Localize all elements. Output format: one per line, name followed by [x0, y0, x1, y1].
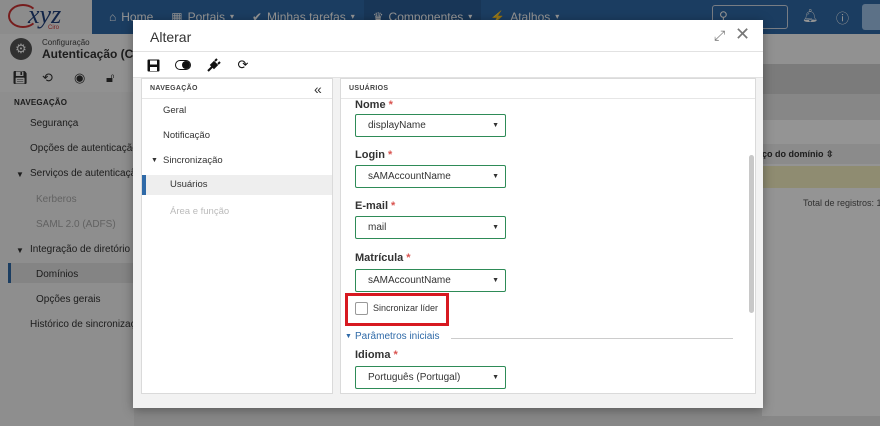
login-select[interactable]: sAMAccountName ▼	[355, 165, 506, 188]
required-mark: *	[388, 99, 393, 111]
dialog-navigation-panel: NAVEGAÇÃO « Geral Notificação ▼ Sincroni…	[141, 78, 333, 394]
form-panel-header: USUÁRIOS	[341, 79, 755, 99]
idioma-select[interactable]: Português (Portugal) ▼	[355, 366, 506, 389]
dialog-title: Alterar	[150, 29, 192, 45]
save-icon[interactable]	[144, 56, 162, 74]
section-divider	[451, 338, 733, 339]
dropdown-arrow-icon: ▼	[492, 173, 499, 180]
sync-icon[interactable]: ⟳	[234, 56, 252, 74]
form-scroll-area[interactable]: Nome * displayName ▼ Login * sAMAccountName…	[341, 99, 755, 393]
dialog-nav-geral[interactable]: Geral	[163, 105, 186, 116]
required-mark: *	[391, 200, 396, 212]
toggle-icon[interactable]	[174, 56, 192, 74]
dialog-nav-sincronizacao[interactable]: Sincronização	[163, 155, 223, 166]
caret-down-icon[interactable]: ▼	[345, 333, 352, 340]
expand-icon[interactable]: ⤢	[714, 27, 725, 44]
dialog-nav-usuarios[interactable]: Usuários	[142, 175, 332, 195]
form-panel-heading: USUÁRIOS	[349, 85, 389, 92]
matricula-select[interactable]: sAMAccountName ▼	[355, 269, 506, 292]
scrollbar[interactable]	[749, 155, 754, 313]
dialog-toolbar: ⟳	[133, 52, 763, 78]
dialog-nav-area-funcao[interactable]: Área e função	[170, 206, 229, 217]
plug-icon[interactable]	[204, 56, 222, 74]
dialog-nav-notificacao[interactable]: Notificação	[163, 130, 210, 141]
login-label: Login *	[355, 149, 393, 161]
dropdown-arrow-icon: ▼	[492, 122, 499, 129]
dropdown-arrow-icon: ▼	[492, 277, 499, 284]
nome-select[interactable]: displayName ▼	[355, 114, 506, 137]
nome-label: Nome *	[355, 99, 393, 111]
sincronizar-lider-label[interactable]: Sincronizar líder	[373, 303, 438, 313]
email-label: E-mail *	[355, 200, 396, 212]
sincronizar-lider-checkbox[interactable]	[355, 302, 368, 315]
required-mark: *	[406, 252, 411, 264]
dialog-form-panel: USUÁRIOS Nome * displayName ▼ Login * sAMAc…	[340, 78, 756, 394]
required-mark: *	[393, 349, 398, 361]
email-select[interactable]: mail ▼	[355, 216, 506, 239]
required-mark: *	[387, 149, 393, 161]
dialog-nav-usuarios-label: Usuários	[170, 179, 208, 190]
edit-dialog: Alterar ⤢ ✕ ⟳ NAVEGAÇÃO « Geral Notifica…	[133, 20, 763, 408]
nav-panel-heading: NAVEGAÇÃO	[150, 85, 198, 92]
idioma-label: Idioma *	[355, 349, 398, 361]
section-parametros-iniciais[interactable]: Parâmetros iniciais	[355, 331, 439, 342]
collapse-icon[interactable]: «	[314, 81, 322, 97]
matricula-label: Matrícula *	[355, 252, 411, 264]
nav-panel-header: NAVEGAÇÃO «	[142, 79, 332, 99]
dropdown-arrow-icon: ▼	[492, 374, 499, 381]
caret-down-icon[interactable]: ▼	[151, 157, 158, 164]
dropdown-arrow-icon: ▼	[492, 224, 499, 231]
dialog-header: Alterar ⤢ ✕	[133, 20, 763, 52]
close-icon[interactable]: ✕	[735, 24, 750, 45]
